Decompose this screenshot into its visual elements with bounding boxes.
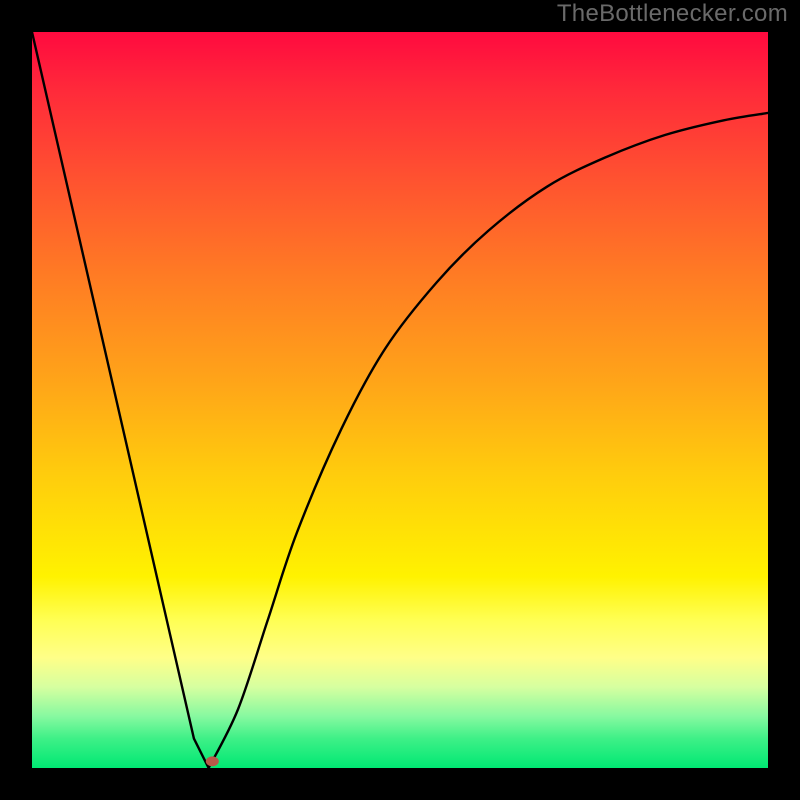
plot-svg [32,32,768,768]
watermark-text: TheBottlenecker.com [557,0,788,28]
bottleneck-curve-line [32,32,768,768]
chart-container: TheBottlenecker.com [0,0,800,800]
plot-gradient-bg [32,32,768,768]
optimum-marker [206,756,219,766]
